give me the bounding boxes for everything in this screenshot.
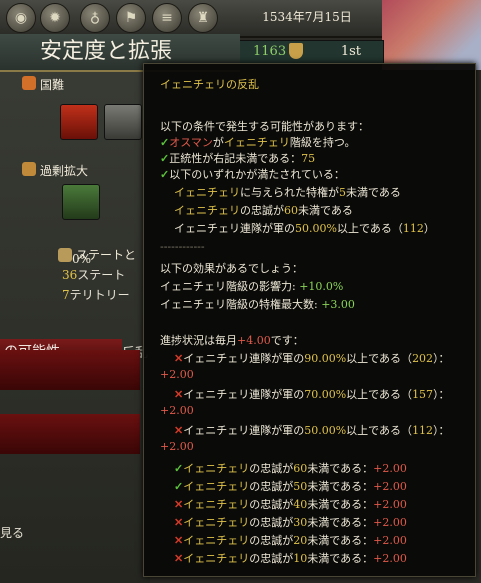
gear-icon[interactable]: ✹ (40, 3, 70, 33)
score-value: 1163 (253, 44, 287, 59)
condition-row: ✓オスマンがイェニチェリ階級を持つ。 (160, 136, 356, 149)
states-word: ステート (77, 268, 126, 282)
sub-condition: イェニチェリに与えられた特権が5未満である (174, 186, 401, 199)
progress-row: ✕イェニチェリ連隊が軍の50.00%以上である（112）： (174, 424, 450, 437)
cross-icon: ✕ (174, 424, 184, 437)
states-count: 36 (62, 268, 78, 282)
world-map[interactable] (382, 0, 481, 70)
sub-condition: イェニチェリ連隊が軍の50.00%以上である（112） (174, 222, 435, 235)
territories-count-row: 7テリトリー (62, 286, 130, 303)
loyalty-row: ✕イェニチェリの忠誠が30未満である：+2.00 (174, 516, 407, 529)
rebel-progress-bar[interactable] (0, 414, 140, 454)
view-label[interactable]: 見る (0, 524, 24, 541)
condition-header: 以下の条件で発生する可能性があります： (160, 120, 369, 133)
unrest-label: 国難 (40, 78, 65, 92)
states-header: ステートと (76, 248, 137, 262)
scroll-icon[interactable]: ≡ (152, 3, 182, 33)
progress-value: +2.00 (160, 368, 194, 381)
progress-value: +2.00 (160, 404, 194, 417)
overextension-icon[interactable] (62, 184, 100, 220)
idea-lamp-icon[interactable]: ♁ (80, 3, 110, 33)
rebel-icon[interactable] (60, 104, 98, 140)
territories-word: テリトリー (69, 288, 130, 302)
cross-icon: ✕ (174, 388, 184, 401)
sub-condition: イェニチェリの忠誠が60未満である (174, 204, 353, 217)
fire-icon (22, 76, 36, 90)
territories-count: 7 (62, 288, 70, 302)
check-icon: ✓ (174, 480, 184, 493)
cross-icon: ✕ (174, 498, 184, 511)
score-bar[interactable]: 1163 1st (232, 40, 384, 64)
progress-row: ✕イェニチェリ連隊が軍の90.00%以上である（202）： (174, 352, 450, 365)
loyalty-row: ✕イェニチェリの忠誠が10未満である：+2.00 (174, 552, 407, 565)
states-icon (58, 248, 72, 262)
effect-row: イェニチェリ階級の特権最大数: +3.00 (160, 298, 355, 311)
effect-row: イェニチェリ階級の影響力: +10.0% (160, 280, 344, 293)
cross-icon: ✕ (174, 516, 184, 529)
condition-row: ✓以下のいずれかが満たされている： (160, 168, 345, 181)
progress-row: ✕イェニチェリ連隊が軍の70.00%以上である（157）： (174, 388, 450, 401)
coin-icon[interactable]: ◉ (6, 3, 36, 33)
check-icon: ✓ (160, 152, 170, 165)
cross-icon: ✕ (174, 552, 184, 565)
condition-row: ✓正統性が右記未満である：75 (160, 152, 316, 165)
effect-header: 以下の効果があるでしょう： (160, 262, 303, 275)
cross-icon: ✕ (174, 352, 184, 365)
rebel-progress-bar[interactable] (0, 350, 140, 390)
trade-icon[interactable]: ♜ (188, 3, 218, 33)
score-rank: 1st (340, 44, 361, 59)
tooltip: イェニチェリの反乱 以下の条件で発生する可能性があります： ✓オスマンがイェニチ… (143, 63, 476, 577)
game-date[interactable]: 1534年7月15日 (232, 8, 382, 25)
overextension-label: 過剰拡大 (40, 164, 89, 178)
states-count-row: 36ステート (62, 266, 125, 283)
flag-icon[interactable]: ⚑ (116, 3, 146, 33)
progress-value: +2.00 (160, 440, 194, 453)
divider: ------------ (160, 240, 205, 253)
loyalty-row: ✕イェニチェリの忠誠が20未満である：+2.00 (174, 534, 407, 547)
stability-panel: 安定度と拡張 国難 過剰拡大 0% ステートと 36ステート 7テリトリー の可… (0, 34, 240, 583)
shield-icon (289, 43, 303, 59)
loyalty-row: ✓イェニチェリの忠誠が60未満である：+2.00 (174, 462, 407, 475)
soldier-icon[interactable] (104, 104, 142, 140)
cross-icon: ✕ (174, 534, 184, 547)
progress-header: 進捗状況は毎月+4.00です： (160, 334, 304, 347)
tooltip-title: イェニチェリの反乱 (160, 78, 259, 91)
loyalty-row: ✓イェニチェリの忠誠が50未満である：+2.00 (174, 480, 407, 493)
check-icon: ✓ (160, 168, 170, 181)
loyalty-row: ✕イェニチェリの忠誠が40未満である：+2.00 (174, 498, 407, 511)
check-icon: ✓ (174, 462, 184, 475)
check-icon: ✓ (160, 136, 170, 149)
expansion-icon (22, 162, 36, 176)
